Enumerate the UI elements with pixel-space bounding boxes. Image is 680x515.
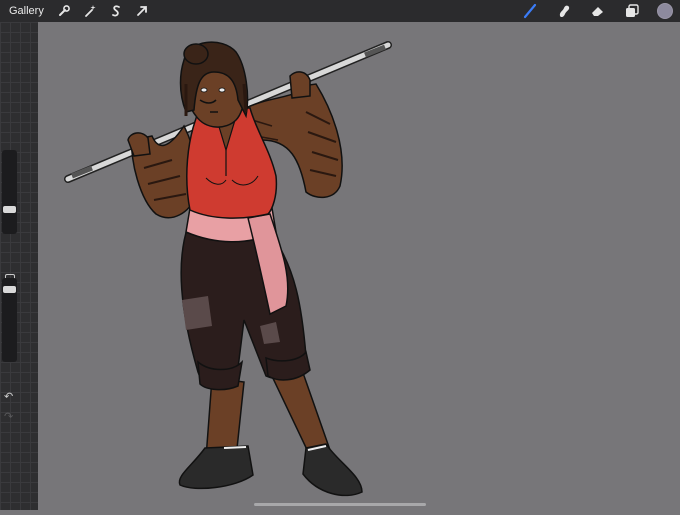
left-sidebar: ↶ ↷ — [0, 22, 38, 510]
undo-icon[interactable]: ↶ — [4, 390, 13, 403]
current-color-swatch[interactable] — [657, 3, 673, 19]
character-artwork — [64, 41, 392, 497]
redo-icon[interactable]: ↷ — [4, 410, 13, 423]
opacity-slider[interactable] — [2, 278, 17, 362]
gallery-button[interactable]: Gallery — [9, 5, 44, 17]
shoes — [178, 443, 363, 497]
brush-size-thumb[interactable] — [3, 206, 16, 213]
brush-icon[interactable] — [521, 2, 539, 20]
top-toolbar: Gallery — [0, 0, 680, 22]
opacity-thumb[interactable] — [3, 286, 16, 293]
brush-size-slider[interactable] — [2, 150, 17, 234]
painting-tools — [505, 0, 680, 22]
head — [179, 41, 249, 128]
layers-icon[interactable] — [623, 2, 641, 20]
pants — [180, 225, 311, 391]
drawing-canvas[interactable] — [38, 22, 680, 510]
home-indicator[interactable] — [254, 503, 426, 506]
transform-arrow-icon[interactable] — [134, 3, 150, 19]
eraser-icon[interactable] — [589, 2, 607, 20]
wrench-icon[interactable] — [56, 3, 72, 19]
smudge-icon[interactable] — [555, 2, 573, 20]
magic-wand-icon[interactable] — [82, 3, 98, 19]
selection-s-icon[interactable] — [108, 3, 124, 19]
